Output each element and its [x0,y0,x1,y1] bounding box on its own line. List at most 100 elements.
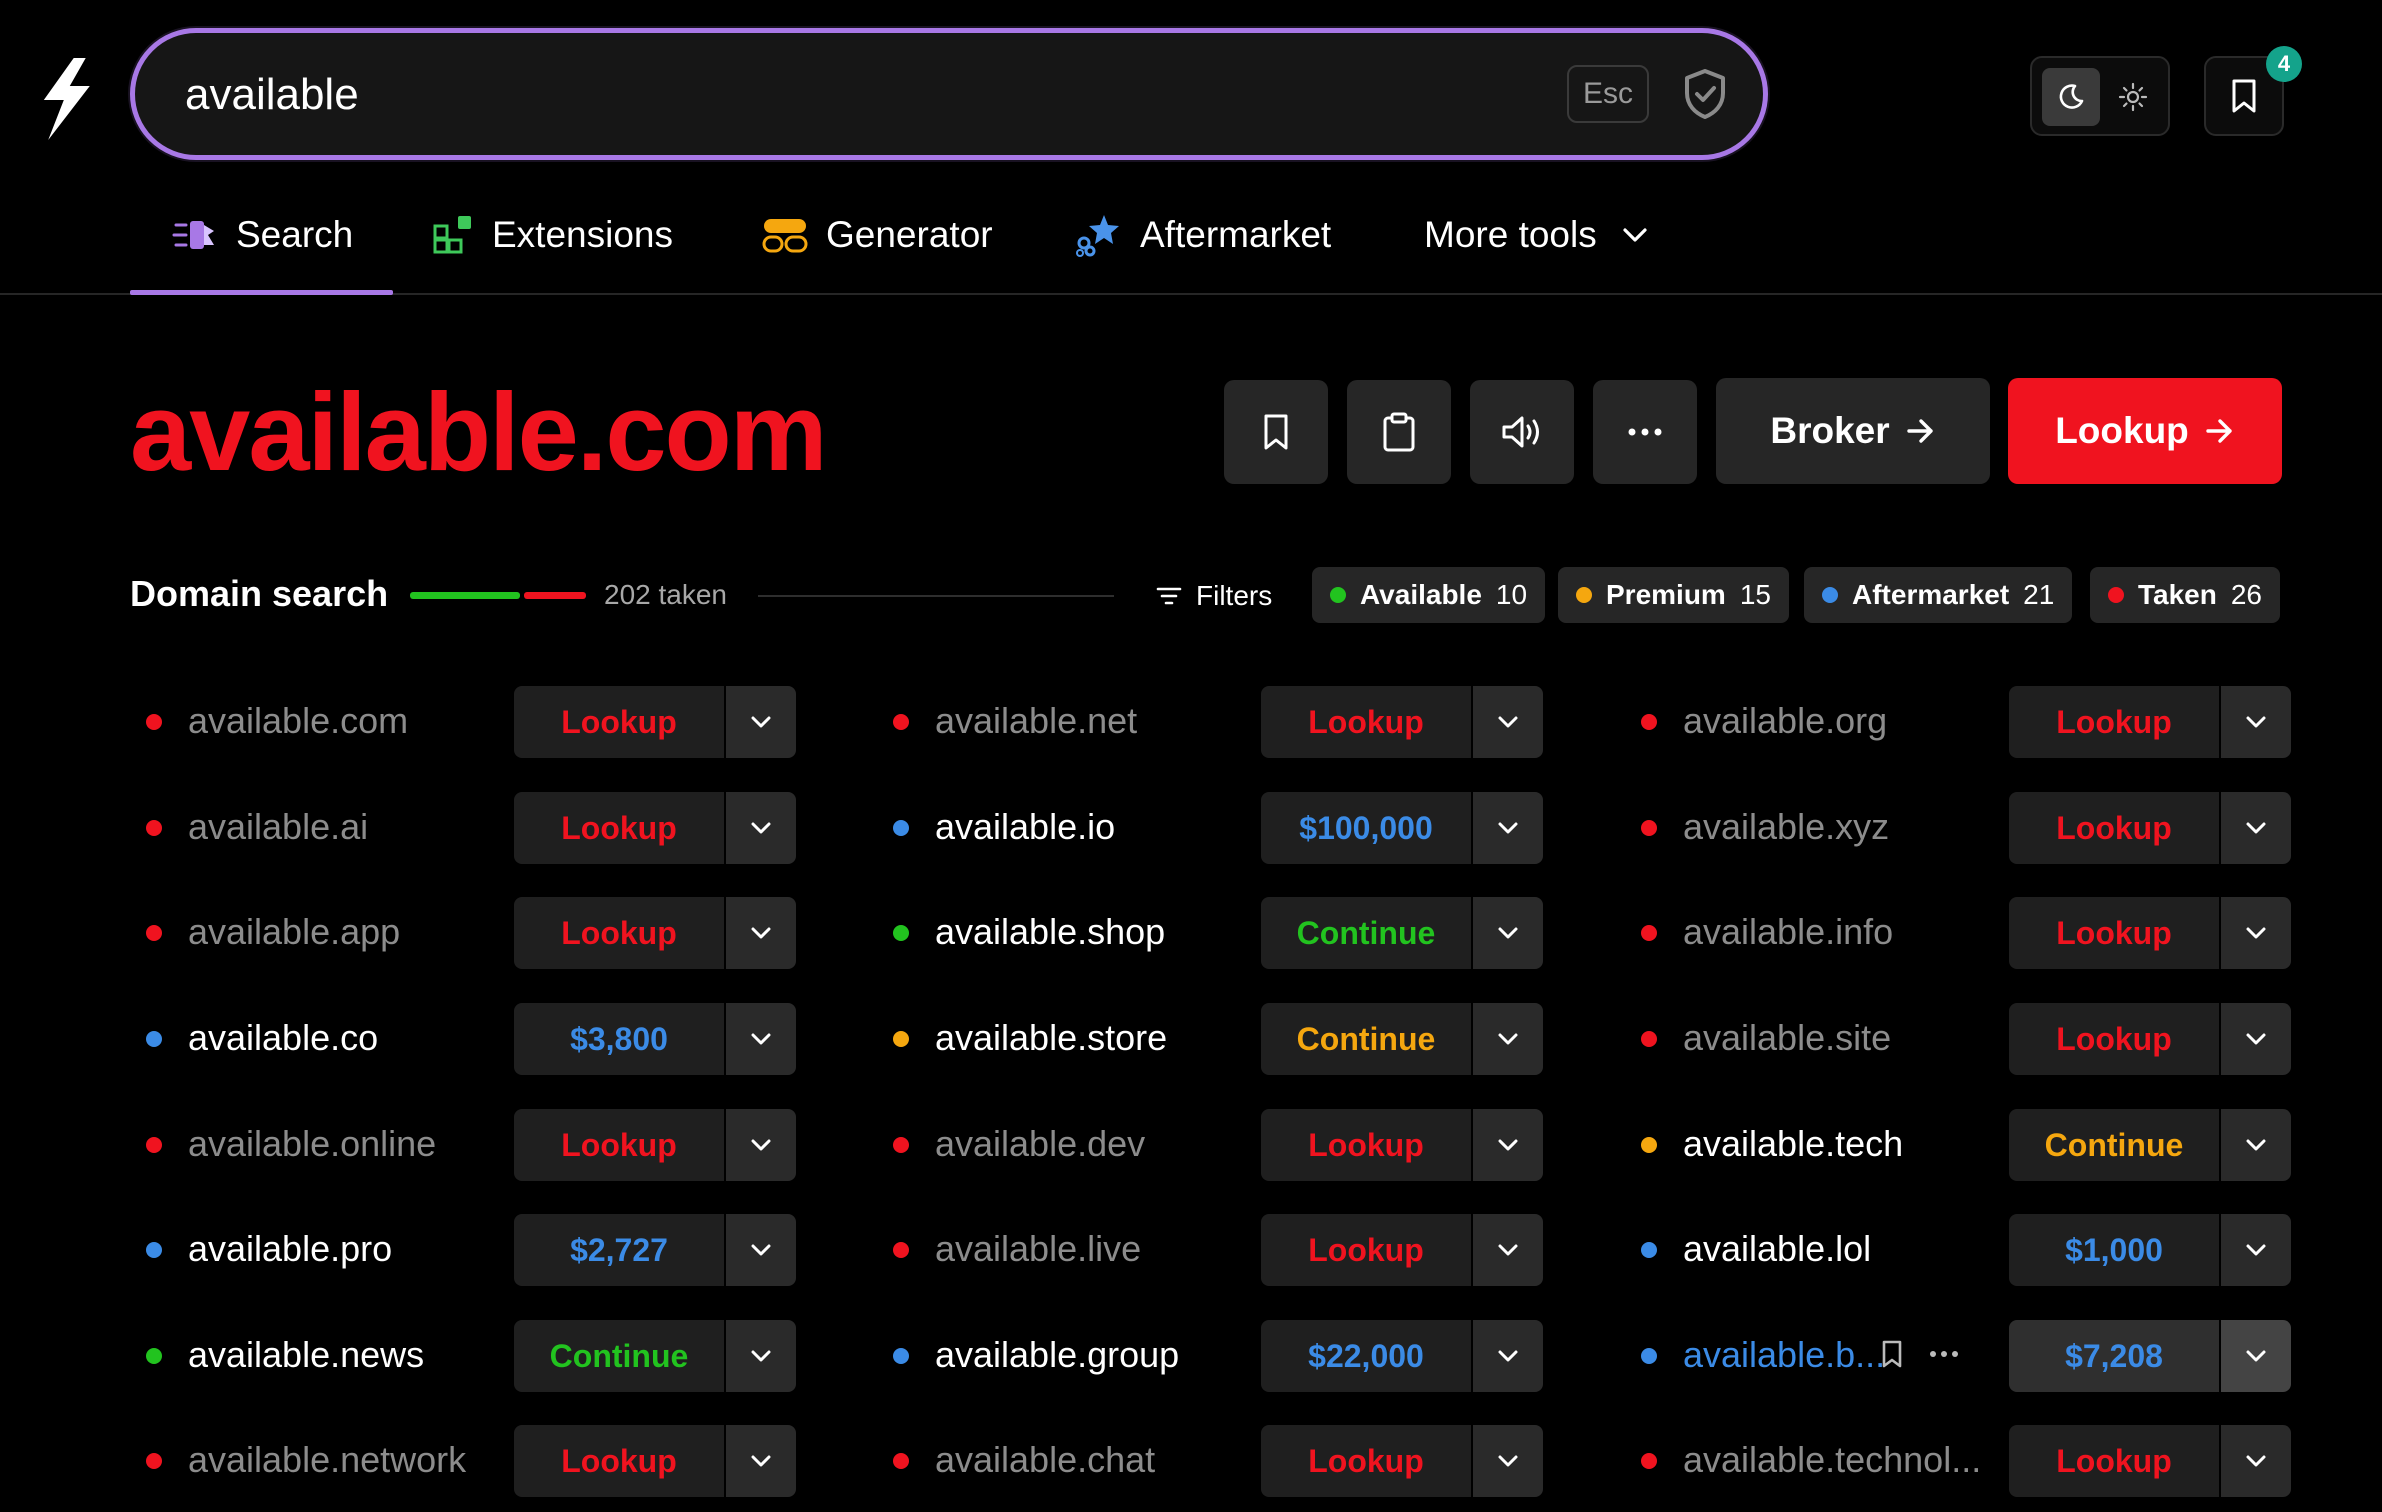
continue-button[interactable]: Continue [514,1320,724,1392]
lookup-button[interactable]: Lookup [2009,1003,2219,1075]
domain-name[interactable]: available.info [1683,911,1893,953]
domain-row[interactable]: available.online Lookup [136,1109,796,1181]
domain-row[interactable]: available.info Lookup [1631,897,2291,969]
chevron-down-icon[interactable] [2221,1425,2291,1497]
domain-name[interactable]: available.network [188,1439,466,1481]
lookup-button[interactable]: Lookup [2009,792,2219,864]
domain-row[interactable]: available.store Continue [883,1003,1543,1075]
domain-row[interactable]: available.b... $7,208 [1631,1320,2291,1392]
price-button[interactable]: $22,000 [1261,1320,1471,1392]
chevron-down-icon[interactable] [1473,1109,1543,1181]
domain-name[interactable]: available.news [188,1334,424,1376]
domain-name[interactable]: available.chat [935,1439,1155,1481]
tab-more-tools[interactable]: More tools [1424,200,1649,270]
sun-icon[interactable] [2104,68,2162,126]
chevron-down-icon[interactable] [726,1109,796,1181]
domain-row[interactable]: available.co $3,800 [136,1003,796,1075]
chevron-down-icon[interactable] [1473,1003,1543,1075]
domain-row[interactable]: available.com Lookup [136,686,796,758]
moon-icon[interactable] [2042,68,2100,126]
domain-row[interactable]: available.tech Continue [1631,1109,2291,1181]
chevron-down-icon[interactable] [726,686,796,758]
domain-row[interactable]: available.xyz Lookup [1631,792,2291,864]
ellipsis-icon[interactable] [1929,1350,1959,1358]
lookup-button[interactable]: Lookup [1261,1214,1471,1286]
domain-row[interactable]: available.org Lookup [1631,686,2291,758]
domain-row[interactable]: available.net Lookup [883,686,1543,758]
domain-row[interactable]: available.pro $2,727 [136,1214,796,1286]
chevron-down-icon[interactable] [1473,1425,1543,1497]
chevron-down-icon[interactable] [726,1214,796,1286]
lookup-button[interactable]: Lookup [2009,1425,2219,1497]
chevron-down-icon[interactable] [1473,792,1543,864]
chevron-down-icon[interactable] [2221,792,2291,864]
chip-premium[interactable]: Premium 15 [1558,567,1789,623]
domain-name[interactable]: available.shop [935,911,1165,953]
domain-row[interactable]: available.shop Continue [883,897,1543,969]
domain-row[interactable]: available.app Lookup [136,897,796,969]
chip-aftermarket[interactable]: Aftermarket 21 [1804,567,2073,623]
chevron-down-icon[interactable] [1473,1320,1543,1392]
search-input[interactable] [183,61,1487,129]
domain-name[interactable]: available.ai [188,806,368,848]
chevron-down-icon[interactable] [2221,1109,2291,1181]
more-options-button[interactable] [1593,380,1697,484]
price-button[interactable]: $1,000 [2009,1214,2219,1286]
chip-available[interactable]: Available 10 [1312,567,1546,623]
lookup-button[interactable]: Lookup [514,897,724,969]
lookup-button[interactable]: Lookup [514,792,724,864]
lookup-button[interactable]: Lookup [1261,1109,1471,1181]
domain-name[interactable]: available.live [935,1228,1141,1270]
tab-generator[interactable]: Generator [762,200,993,270]
domain-row[interactable]: available.site Lookup [1631,1003,2291,1075]
chevron-down-icon[interactable] [726,792,796,864]
chevron-down-icon[interactable] [2221,1214,2291,1286]
lookup-button[interactable]: Lookup [514,1425,724,1497]
domain-name[interactable]: available.b... [1683,1334,1885,1376]
domain-row[interactable]: available.technol... Lookup [1631,1425,2291,1497]
chevron-down-icon[interactable] [1473,897,1543,969]
lookup-button[interactable]: Lookup [2008,378,2282,484]
price-button[interactable]: $2,727 [514,1214,724,1286]
pronounce-button[interactable] [1470,380,1574,484]
price-button[interactable]: $3,800 [514,1003,724,1075]
chevron-down-icon[interactable] [1473,1214,1543,1286]
bookmark-button[interactable] [1224,380,1328,484]
domain-name[interactable]: available.lol [1683,1228,1871,1270]
tab-aftermarket[interactable]: Aftermarket [1076,200,1331,270]
copy-button[interactable] [1347,380,1451,484]
continue-button[interactable]: Continue [1261,1003,1471,1075]
domain-row[interactable]: available.chat Lookup [883,1425,1543,1497]
domain-name[interactable]: available.xyz [1683,806,1889,848]
domain-name[interactable]: available.com [188,700,408,742]
domain-row[interactable]: available.live Lookup [883,1214,1543,1286]
chip-taken[interactable]: Taken 26 [2090,567,2281,623]
price-button[interactable]: $7,208 [2009,1320,2219,1392]
domain-name[interactable]: available.co [188,1017,378,1059]
filters-button[interactable]: Filters [1156,574,1272,618]
chevron-down-icon[interactable] [2221,897,2291,969]
domain-name[interactable]: available.pro [188,1228,392,1270]
domain-name[interactable]: available.tech [1683,1123,1903,1165]
price-button[interactable]: $100,000 [1261,792,1471,864]
domain-name[interactable]: available.online [188,1123,436,1165]
domain-row[interactable]: available.ai Lookup [136,792,796,864]
domain-row[interactable]: available.news Continue [136,1320,796,1392]
domain-name[interactable]: available.store [935,1017,1167,1059]
domain-row[interactable]: available.lol $1,000 [1631,1214,2291,1286]
domain-name[interactable]: available.technol... [1683,1439,1981,1481]
chevron-down-icon[interactable] [2221,686,2291,758]
chevron-down-icon[interactable] [2221,1320,2291,1392]
lookup-button[interactable]: Lookup [2009,686,2219,758]
domain-row[interactable]: available.dev Lookup [883,1109,1543,1181]
broker-button[interactable]: Broker [1716,378,1990,484]
tab-search[interactable]: Search [172,200,353,270]
chevron-down-icon[interactable] [726,1425,796,1497]
bookmark-icon[interactable] [1881,1340,1903,1368]
domain-name[interactable]: available.org [1683,700,1887,742]
domain-name[interactable]: available.site [1683,1017,1891,1059]
lookup-button[interactable]: Lookup [514,1109,724,1181]
tab-extensions[interactable]: Extensions [432,200,673,270]
domain-row[interactable]: available.io $100,000 [883,792,1543,864]
lookup-button[interactable]: Lookup [514,686,724,758]
